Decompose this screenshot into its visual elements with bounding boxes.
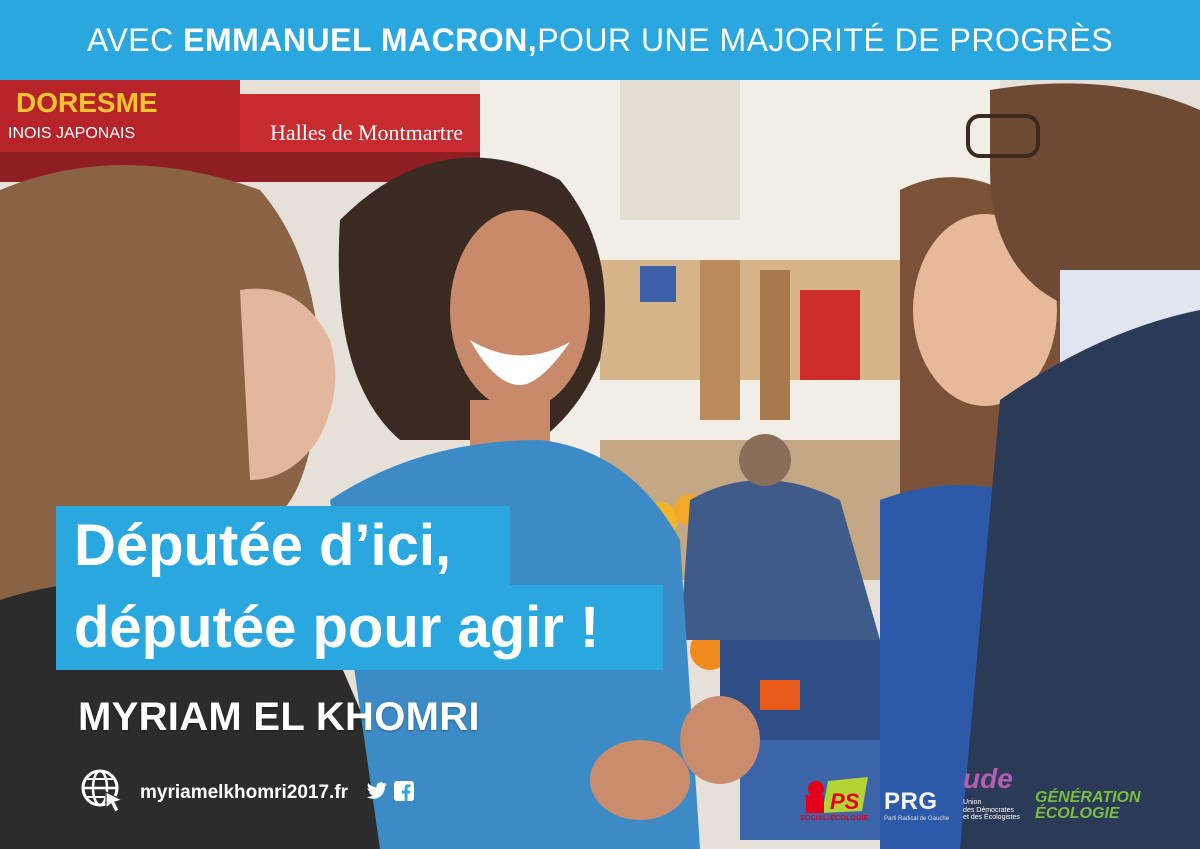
headline-line-2: députée pour agir ! bbox=[56, 585, 663, 670]
party-logos: PS SOCIAL-ÉCOLOGIE PRG Parti Radical de … bbox=[800, 752, 1160, 822]
ude-logo-mark: ude bbox=[963, 762, 1021, 799]
globe-cursor-icon[interactable] bbox=[80, 768, 126, 819]
prg-logo: PRG Parti Radical de Gauche bbox=[884, 788, 949, 822]
banner-name: EMMANUEL MACRON, bbox=[183, 21, 538, 58]
ge-logo: GÉNÉRATION ÉCOLOGIE bbox=[1035, 790, 1140, 822]
prg-logo-mark: PRG bbox=[884, 788, 938, 815]
ude-logo: ude Union des Démocrates et des Écologis… bbox=[963, 762, 1021, 822]
top-banner: AVEC EMMANUEL MACRON, POUR UNE MAJORITÉ … bbox=[0, 0, 1200, 80]
ude-logo-sub3: et des Écologistes bbox=[963, 814, 1020, 822]
contact-row: myriamelkhomri2017.fr bbox=[80, 768, 415, 819]
banner-suffix: POUR UNE MAJORITÉ DE PROGRÈS bbox=[537, 21, 1114, 58]
facebook-icon[interactable] bbox=[394, 780, 415, 806]
social-icons bbox=[366, 780, 415, 806]
svg-text:PS: PS bbox=[830, 789, 860, 814]
banner-prefix: AVEC bbox=[86, 21, 174, 58]
ps-logo-sub: SOCIAL-ÉCOLOGIE bbox=[800, 815, 869, 822]
twitter-icon[interactable] bbox=[366, 781, 388, 805]
ude-logo-sub1: Union bbox=[963, 798, 982, 806]
ps-rose-icon: PS bbox=[806, 777, 868, 814]
shop-sign-sub: INOIS JAPONAIS bbox=[8, 125, 135, 142]
website-link[interactable]: myriamelkhomri2017.fr bbox=[140, 782, 348, 804]
svg-text:ude: ude bbox=[963, 763, 1013, 792]
ge-logo-line1: GÉNÉRATION bbox=[1035, 789, 1141, 806]
prg-logo-sub: Parti Radical de Gauche bbox=[884, 816, 950, 822]
ps-logo: PS SOCIAL-ÉCOLOGIE bbox=[800, 775, 870, 822]
ge-logo-line2: ÉCOLOGIE bbox=[1035, 805, 1120, 822]
shop-sign-name: Halles de Montmartre bbox=[270, 120, 463, 145]
candidate-name: MYRIAM EL KHOMRI bbox=[78, 695, 480, 739]
headline-line-1: Députée d’ici, bbox=[56, 506, 510, 586]
shop-sign-top: DORESME bbox=[16, 87, 158, 118]
